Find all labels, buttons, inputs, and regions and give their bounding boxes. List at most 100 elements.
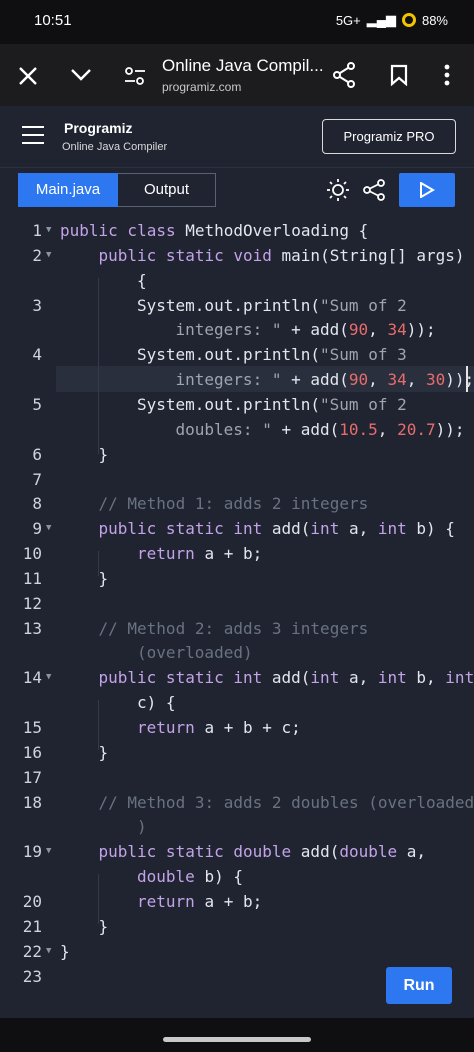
code-line: c) { xyxy=(0,690,474,715)
code-text: // Method 2: adds 3 integers xyxy=(99,616,369,641)
site-settings-icon[interactable] xyxy=(124,66,146,86)
code-token: 30 xyxy=(425,370,446,390)
code-line: 16} xyxy=(0,740,474,765)
programiz-logo[interactable]: Programiz xyxy=(64,120,132,136)
code-text: public static void main(String[] args) xyxy=(99,243,465,268)
code-text: public static int add(int a, int b) { xyxy=(99,516,455,541)
page-url[interactable]: programiz.com xyxy=(162,80,241,94)
fold-toggle-icon[interactable]: ▼ xyxy=(46,839,51,864)
code-text: } xyxy=(99,740,109,765)
code-token: public static int xyxy=(98,519,272,539)
code-token: int xyxy=(445,668,474,688)
programiz-pro-button[interactable]: Programiz PRO xyxy=(322,119,456,154)
code-token: MethodOverloading { xyxy=(185,221,369,240)
chevron-down-icon[interactable] xyxy=(70,68,92,82)
code-token: b, xyxy=(416,668,446,688)
code-token: // Method 1: adds 2 integers xyxy=(98,494,369,514)
fold-toggle-icon[interactable]: ▼ xyxy=(46,243,51,268)
code-token: public class xyxy=(60,221,186,240)
menu-icon[interactable] xyxy=(22,126,44,144)
code-token: "Sum of 2 xyxy=(320,394,407,414)
code-token: double xyxy=(137,867,205,887)
code-token: (overloaded) xyxy=(137,643,253,663)
fold-toggle-icon[interactable]: ▼ xyxy=(46,939,51,964)
code-token: "Sum of 2 xyxy=(320,295,407,315)
code-text: public static int add(int a, int b, int xyxy=(99,665,474,690)
code-line: doubles: " + add(10.5, 20.7)); xyxy=(0,417,474,442)
code-token: } xyxy=(98,444,109,464)
line-number: 2 xyxy=(32,245,42,265)
code-text: } xyxy=(99,566,109,591)
code-token: // Method 3: adds 2 doubles (overloaded xyxy=(98,792,474,812)
line-number: 12 xyxy=(22,593,42,613)
code-line: 9 ▼ public static int add(int a, int b) { xyxy=(0,516,474,541)
code-token: doubles: " xyxy=(175,419,272,439)
code-line: 11} xyxy=(0,566,474,591)
code-token: } xyxy=(98,568,109,588)
code-token: b) { xyxy=(416,519,455,539)
run-button[interactable]: Run xyxy=(386,967,452,1004)
code-token: return xyxy=(137,544,205,564)
code-line: 8 // Method 1: adds 2 integers xyxy=(0,491,474,516)
code-text: public class MethodOverloading { xyxy=(60,218,368,243)
compiler-subtitle: Online Java Compiler xyxy=(62,141,168,153)
code-text: double b) { xyxy=(137,864,243,889)
code-line: integers: " + add(90, 34)); xyxy=(0,317,474,342)
code-token: add( xyxy=(271,668,311,688)
code-text: public static double add(double a, xyxy=(99,839,427,864)
code-text: (overloaded) xyxy=(137,640,253,665)
code-token: , xyxy=(377,419,398,439)
code-text: c) { xyxy=(137,690,176,715)
line-number: 18 xyxy=(22,792,42,812)
browser-toolbar: Online Java Compil... programiz.com xyxy=(0,44,474,106)
code-token: } xyxy=(60,941,70,961)
run-icon-button[interactable] xyxy=(399,173,455,207)
line-number: 20 xyxy=(22,891,42,911)
fold-toggle-icon[interactable]: ▼ xyxy=(46,665,51,690)
code-token: System.out.println( xyxy=(137,345,321,365)
code-editor[interactable]: 1 ▼ public class MethodOverloading {2 ▼ publ… xyxy=(0,218,474,1018)
tab-output[interactable]: Output xyxy=(118,173,216,207)
code-token: a + b; xyxy=(204,544,263,564)
code-text: } xyxy=(60,939,70,964)
code-token: } xyxy=(98,916,109,936)
line-number: 11 xyxy=(22,568,42,588)
fold-toggle-icon[interactable]: ▼ xyxy=(46,516,51,541)
tab-main-java[interactable]: Main.java xyxy=(18,173,118,207)
share-icon[interactable] xyxy=(332,62,356,88)
close-icon[interactable] xyxy=(18,66,38,86)
code-token: , xyxy=(406,370,426,390)
code-text: System.out.println("Sum of 2 xyxy=(137,293,407,318)
code-text: } xyxy=(99,442,109,467)
code-token: 34 xyxy=(387,370,407,390)
code-token: { xyxy=(137,270,147,290)
battery-icon xyxy=(401,13,416,27)
code-token: integers: " xyxy=(175,370,282,390)
theme-toggle-icon[interactable] xyxy=(326,178,350,202)
more-menu-icon[interactable] xyxy=(444,64,450,86)
code-line: 3 System.out.println("Sum of 2 xyxy=(0,293,474,318)
code-token: } xyxy=(98,742,109,762)
code-text: return a + b; xyxy=(137,541,262,566)
share-code-icon[interactable] xyxy=(362,178,386,202)
code-line: 10 return a + b; xyxy=(0,541,474,566)
code-text: doubles: " + add(10.5, 20.7)); xyxy=(176,417,465,442)
code-text: } xyxy=(99,914,109,939)
home-gesture-bar[interactable] xyxy=(163,1037,311,1042)
code-token: int xyxy=(310,519,349,539)
code-token: return xyxy=(137,718,205,737)
page-title: Online Java Compil... xyxy=(162,56,324,75)
code-line: 15 return a + b + c; xyxy=(0,715,474,740)
status-time: 10:51 xyxy=(34,12,72,29)
code-token: )); xyxy=(435,419,465,439)
code-token: 34 xyxy=(387,320,407,340)
code-token: int xyxy=(310,668,349,688)
code-token: public static void xyxy=(98,245,282,265)
bookmark-icon[interactable] xyxy=(390,64,408,86)
fold-toggle-icon[interactable]: ▼ xyxy=(46,218,51,243)
line-number: 6 xyxy=(32,444,42,464)
code-text: ) xyxy=(137,814,147,839)
code-token: 10.5 xyxy=(339,419,378,439)
code-text: return a + b; xyxy=(137,889,262,914)
code-token: main(String[] args) xyxy=(281,245,465,265)
